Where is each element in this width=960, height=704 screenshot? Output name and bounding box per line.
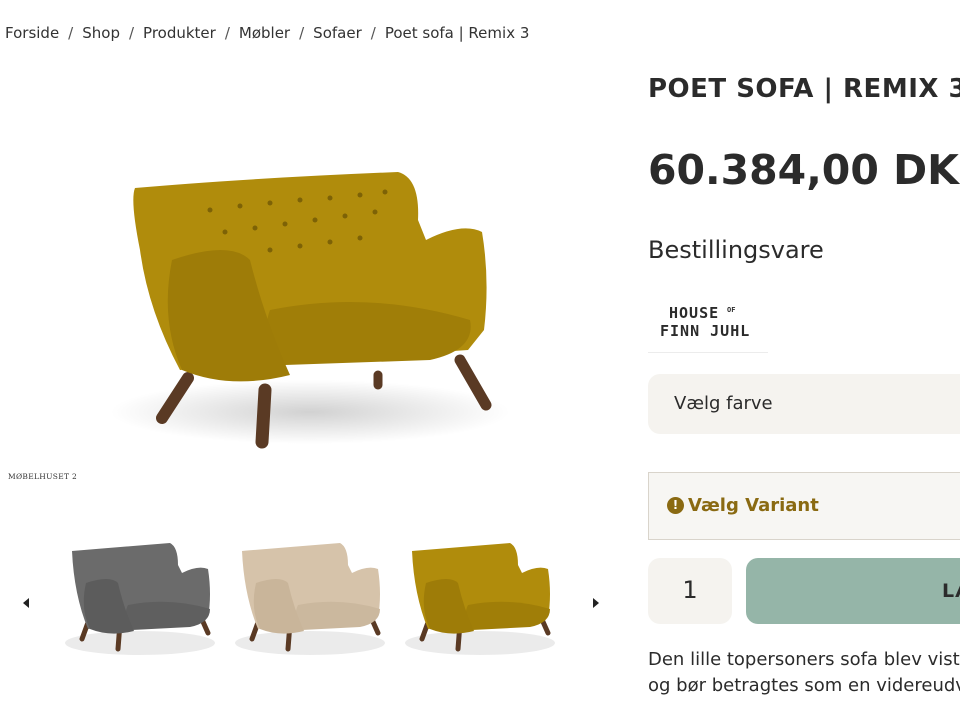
quantity-input[interactable]: 1 <box>648 558 732 624</box>
breadcrumb-separator: / <box>299 24 305 42</box>
thumbnail-grey-sofa[interactable] <box>60 535 220 660</box>
thumbnail-beige-sofa[interactable] <box>230 535 390 660</box>
breadcrumb-sofaer[interactable]: Sofaer <box>313 24 362 42</box>
breadcrumb-mobler[interactable]: Møbler <box>239 24 290 42</box>
brand-logo[interactable]: HOUSE OF FINN JUHL <box>648 296 768 353</box>
breadcrumb-shop[interactable]: Shop <box>82 24 120 42</box>
quantity-value: 1 <box>682 576 698 604</box>
variant-alert: ! Vælg Variant <box>648 472 960 540</box>
breadcrumb: Forside / Shop / Produkter / Møbler / Sofaer / Poe… <box>5 24 529 42</box>
add-to-cart-label: LÆG I KURV <box>942 580 960 602</box>
breadcrumb-separator: / <box>370 24 376 42</box>
breadcrumb-produkter[interactable]: Produkter <box>143 24 216 42</box>
description-line: Den lille topersoners sofa blev vist på <box>648 649 960 670</box>
breadcrumb-separator: / <box>224 24 230 42</box>
carousel-prev-arrow-icon[interactable] <box>20 596 32 610</box>
carousel-next-arrow-icon[interactable] <box>590 596 602 610</box>
image-watermark: MØBELHUSET 2 <box>8 472 78 481</box>
product-title: POET SOFA | REMIX 3 <box>648 74 960 104</box>
color-select-dropdown[interactable]: Vælg farve <box>648 374 960 434</box>
breadcrumb-separator: / <box>128 24 135 42</box>
variant-alert-text: Vælg Variant <box>688 495 819 516</box>
product-main-image[interactable] <box>100 160 520 460</box>
brand-logo-line2: FINN JUHL <box>660 322 751 340</box>
breadcrumb-current: Poet sofa | Remix 3 <box>384 24 530 42</box>
breadcrumb-forside[interactable]: Forside <box>5 24 59 42</box>
product-price: 60.384,00 DKK <box>648 146 960 194</box>
color-select-label: Vælg farve <box>674 393 773 414</box>
product-description: Den lille topersoners sofa blev vist på … <box>648 647 960 703</box>
thumbnail-mustard-sofa[interactable] <box>400 535 560 660</box>
availability-status: Bestillingsvare <box>648 236 824 264</box>
add-to-cart-button[interactable]: LÆG I KURV <box>746 558 960 624</box>
exclamation-circle-icon: ! <box>667 497 684 514</box>
breadcrumb-separator: / <box>68 24 74 42</box>
brand-logo-of: OF <box>727 306 736 314</box>
description-line: og bør betragtes som en videreudvikling <box>648 675 960 696</box>
brand-logo-line1: HOUSE <box>669 304 720 322</box>
